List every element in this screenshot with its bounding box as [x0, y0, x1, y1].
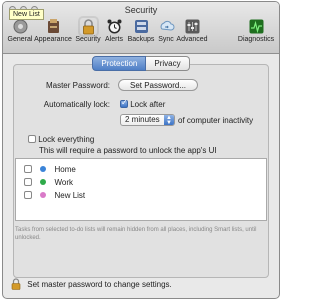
- tab-protection[interactable]: Protection: [92, 56, 147, 71]
- list-name: New List: [54, 191, 86, 200]
- tab-bar: Protection Privacy: [3, 56, 279, 71]
- toolbar-appearance-label: Appearance: [34, 36, 72, 43]
- tab-privacy[interactable]: Privacy: [146, 56, 190, 71]
- inactivity-suffix: of computer inactivity: [178, 116, 254, 125]
- set-password-button[interactable]: Set Password...: [118, 79, 198, 91]
- auto-lock-label: Automatically lock:: [43, 100, 110, 109]
- lock-everything-description: This will require a password to unlock t…: [39, 146, 217, 155]
- appearance-icon: [45, 18, 62, 35]
- lock-after-checkbox[interactable]: [120, 98, 128, 108]
- list-item[interactable]: New List: [16, 189, 266, 202]
- list-color-dot: [40, 192, 47, 198]
- toolbar-advanced[interactable]: Advanced: [174, 16, 210, 43]
- list-color-dot: [40, 179, 47, 185]
- lock-after-label: Lock after: [130, 100, 166, 109]
- sync-icon: [158, 18, 175, 35]
- toolbar-appearance[interactable]: Appearance: [33, 16, 73, 43]
- toolbar-advanced-label: Advanced: [176, 36, 208, 43]
- lock-everything-option[interactable]: Lock everything: [28, 135, 94, 144]
- toolbar-diagnostics[interactable]: Diagnostics: [236, 16, 276, 43]
- toolbar-general-label: General: [7, 36, 33, 43]
- lock-everything-label: Lock everything: [38, 135, 95, 144]
- list-item[interactable]: Home: [16, 163, 266, 176]
- list-checkbox[interactable]: [24, 191, 32, 199]
- chevron-up-down-icon: ▲ ▼: [164, 115, 174, 126]
- advanced-icon: [184, 18, 201, 35]
- lock-message: Set master password to change settings.: [27, 280, 172, 289]
- preferences-toolbar: General Appearance Security Alerts Backu…: [3, 16, 279, 53]
- window-title: Security: [124, 5, 158, 15]
- list-item[interactable]: Work: [16, 176, 266, 189]
- list-color-dot: [40, 166, 47, 172]
- preferences-window: Security General Appearance Security Ale…: [2, 1, 280, 299]
- lock-duration-select[interactable]: 2 minutes ▲ ▼: [120, 114, 175, 126]
- general-icon: [12, 18, 29, 35]
- alarm-clock-icon: [106, 18, 123, 35]
- list-name: Home: [54, 165, 76, 174]
- todo-lists: Home Work New List: [15, 158, 267, 221]
- toolbar-general[interactable]: General: [3, 16, 37, 43]
- lock-after-option[interactable]: Lock after: [120, 98, 166, 109]
- lock-icon: [80, 18, 97, 35]
- master-password-label: Master Password:: [45, 81, 110, 90]
- lock-everything-checkbox[interactable]: [28, 135, 36, 143]
- title-bar: Security General Appearance Security Ale…: [3, 2, 279, 54]
- backups-icon: [133, 18, 150, 35]
- lock-status[interactable]: Set master password to change settings.: [11, 278, 172, 290]
- toolbar-diagnostics-label: Diagnostics: [237, 36, 275, 43]
- diagnostics-icon: [248, 18, 265, 35]
- padlock-icon[interactable]: [11, 278, 21, 290]
- tooltip: New List: [9, 9, 44, 20]
- list-checkbox[interactable]: [24, 165, 32, 173]
- footnote: Tasks from selected to-do lists will rem…: [15, 227, 257, 241]
- security-pane: Protection Privacy Master Password: Set …: [3, 54, 279, 298]
- list-checkbox[interactable]: [24, 178, 32, 186]
- lock-duration-value: 2 minutes: [125, 115, 160, 124]
- list-name: Work: [54, 178, 73, 187]
